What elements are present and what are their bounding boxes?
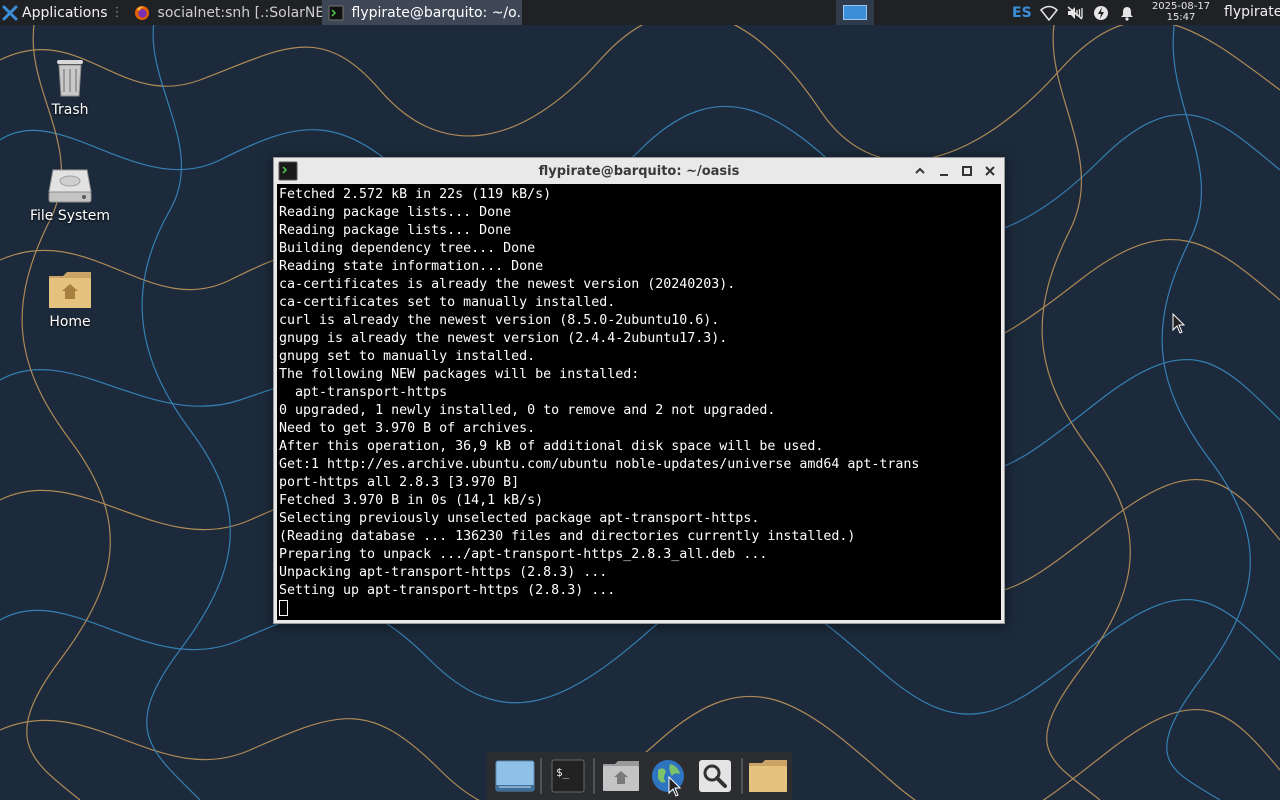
- terminal-line: Fetched 2.572 kB in 22s (119 kB/s): [279, 187, 552, 202]
- dock-home-folder[interactable]: [597, 752, 644, 800]
- folder-icon: [749, 760, 788, 792]
- taskbar-item-terminal[interactable]: flypirate@barquito: ~/o...: [321, 0, 522, 25]
- chevron-up-icon: [915, 167, 925, 174]
- minimize-icon: [940, 174, 948, 176]
- window-minimize-button[interactable]: [935, 162, 953, 180]
- dock-show-desktop[interactable]: [491, 752, 538, 800]
- terminal-line: port-https all 2.8.3 [3.970 B]: [279, 475, 520, 490]
- xfce-logo-icon: [2, 5, 18, 20]
- terminal-line: gnupg is already the newest version (2.4…: [279, 331, 728, 346]
- desktop-icon-label: Trash: [51, 102, 89, 118]
- mouse-pointer-icon: [668, 776, 682, 797]
- terminal-line: gnupg set to manually installed.: [279, 349, 536, 364]
- volume-muted-icon[interactable]: [1066, 4, 1084, 22]
- terminal-icon: $_: [551, 759, 585, 793]
- terminal-cursor: [279, 600, 288, 616]
- dock-terminal[interactable]: $_: [544, 752, 591, 800]
- dock-separator: [593, 758, 596, 794]
- terminal-line: apt-transport-https: [279, 385, 448, 400]
- trash-icon: [57, 60, 83, 97]
- terminal-icon: [278, 161, 298, 181]
- notification-bell-icon[interactable]: [1118, 4, 1136, 22]
- keyboard-layout-indicator[interactable]: ES: [1012, 5, 1032, 21]
- svg-text:$_: $_: [556, 766, 570, 779]
- terminal-line: curl is already the newest version (8.5.…: [279, 313, 720, 328]
- window-titlebar[interactable]: flypirate@barquito: ~/oasis: [274, 158, 1004, 184]
- dock-search[interactable]: [692, 752, 739, 800]
- dock-folder[interactable]: [745, 752, 792, 800]
- terminal-line: Unpacking apt-transport-https (2.8.3) ..…: [279, 565, 608, 580]
- close-icon: [985, 166, 995, 176]
- desktop-icon-label: File System: [29, 208, 111, 224]
- wifi-icon[interactable]: [1039, 4, 1058, 22]
- clock-time: 15:47: [1166, 12, 1196, 23]
- firefox-icon: [134, 5, 149, 20]
- terminal-line: Need to get 3.970 B of archives.: [279, 421, 536, 436]
- window-title: flypirate@barquito: ~/oasis: [538, 163, 740, 179]
- mouse-pointer-icon: [1172, 313, 1186, 334]
- drive-icon: [48, 169, 92, 203]
- desktop-icon-label: Home: [49, 314, 91, 330]
- applications-label: Applications: [22, 4, 108, 21]
- taskbar-item-label: socialnet:snh [.:SolarNE...: [157, 4, 322, 21]
- show-desktop-icon: [495, 760, 535, 792]
- home-folder-icon: [602, 761, 639, 791]
- power-manager-icon[interactable]: [1092, 4, 1110, 22]
- window-close-button[interactable]: [981, 162, 999, 180]
- terminal-line: Reading package lists... Done: [279, 205, 512, 220]
- terminal-line: Setting up apt-transport-https (2.8.3) .…: [279, 583, 616, 598]
- desktop-icon-file-system[interactable]: File System: [20, 158, 120, 224]
- taskbar-item-label: flypirate@barquito: ~/o...: [351, 4, 522, 21]
- taskbar-item-firefox[interactable]: socialnet:snh [.:SolarNE...: [128, 0, 322, 25]
- terminal-line: Selecting previously unselected package …: [279, 511, 760, 526]
- panel-clock[interactable]: 2025-08-17 15:47: [1146, 1, 1216, 24]
- terminal-line: Get:1 http://es.archive.ubuntu.com/ubunt…: [279, 457, 920, 472]
- user-menu[interactable]: flypirate: [1224, 4, 1280, 20]
- applications-menu-button[interactable]: Applications ⋮: [0, 0, 128, 25]
- window-shade-button[interactable]: [911, 162, 929, 180]
- dock-separator: [540, 758, 543, 794]
- terminal-line: Reading package lists... Done: [279, 223, 512, 238]
- workspace-switcher[interactable]: [836, 0, 874, 25]
- terminal-window[interactable]: flypirate@barquito: ~/oasis Fetched 2.57…: [273, 157, 1005, 624]
- dock: $_: [487, 752, 792, 800]
- terminal-line: (Reading database ... 136230 files and d…: [279, 529, 856, 544]
- terminal-line: Reading state information... Done: [279, 259, 544, 274]
- terminal-line: The following NEW packages will be insta…: [279, 367, 640, 382]
- terminal-prompt-line[interactable]: [279, 600, 1001, 618]
- top-panel: Applications ⋮ socialnet:snh [.:SolarNE.…: [0, 0, 1280, 25]
- clock-date: 2025-08-17: [1151, 1, 1211, 12]
- terminal-line: Fetched 3.970 B in 0s (14,1 kB/s): [279, 493, 544, 508]
- applications-separator: ⋮: [110, 5, 124, 20]
- terminal-line: ca-certificates set to manually installe…: [279, 295, 616, 310]
- terminal-icon: [328, 5, 344, 20]
- terminal-line: 0 upgraded, 1 newly installed, 0 to remo…: [279, 403, 776, 418]
- terminal-output[interactable]: Fetched 2.572 kB in 22s (119 kB/s) Readin…: [277, 184, 1001, 620]
- system-tray: ES: [1008, 0, 1140, 25]
- desktop-icon-trash[interactable]: Trash: [20, 52, 120, 118]
- window-maximize-button[interactable]: [958, 162, 976, 180]
- desktop-icon-home[interactable]: Home: [20, 264, 120, 330]
- terminal-line: After this operation, 36,9 kB of additio…: [279, 439, 824, 454]
- dock-separator: [740, 758, 743, 794]
- search-icon: [699, 760, 732, 792]
- terminal-line: Building dependency tree... Done: [279, 241, 536, 256]
- terminal-line: ca-certificates is already the newest ve…: [279, 277, 736, 292]
- terminal-line: Preparing to unpack .../apt-transport-ht…: [279, 547, 768, 562]
- workspace-1[interactable]: [843, 5, 867, 20]
- maximize-icon: [962, 166, 972, 176]
- home-folder-icon: [49, 272, 91, 308]
